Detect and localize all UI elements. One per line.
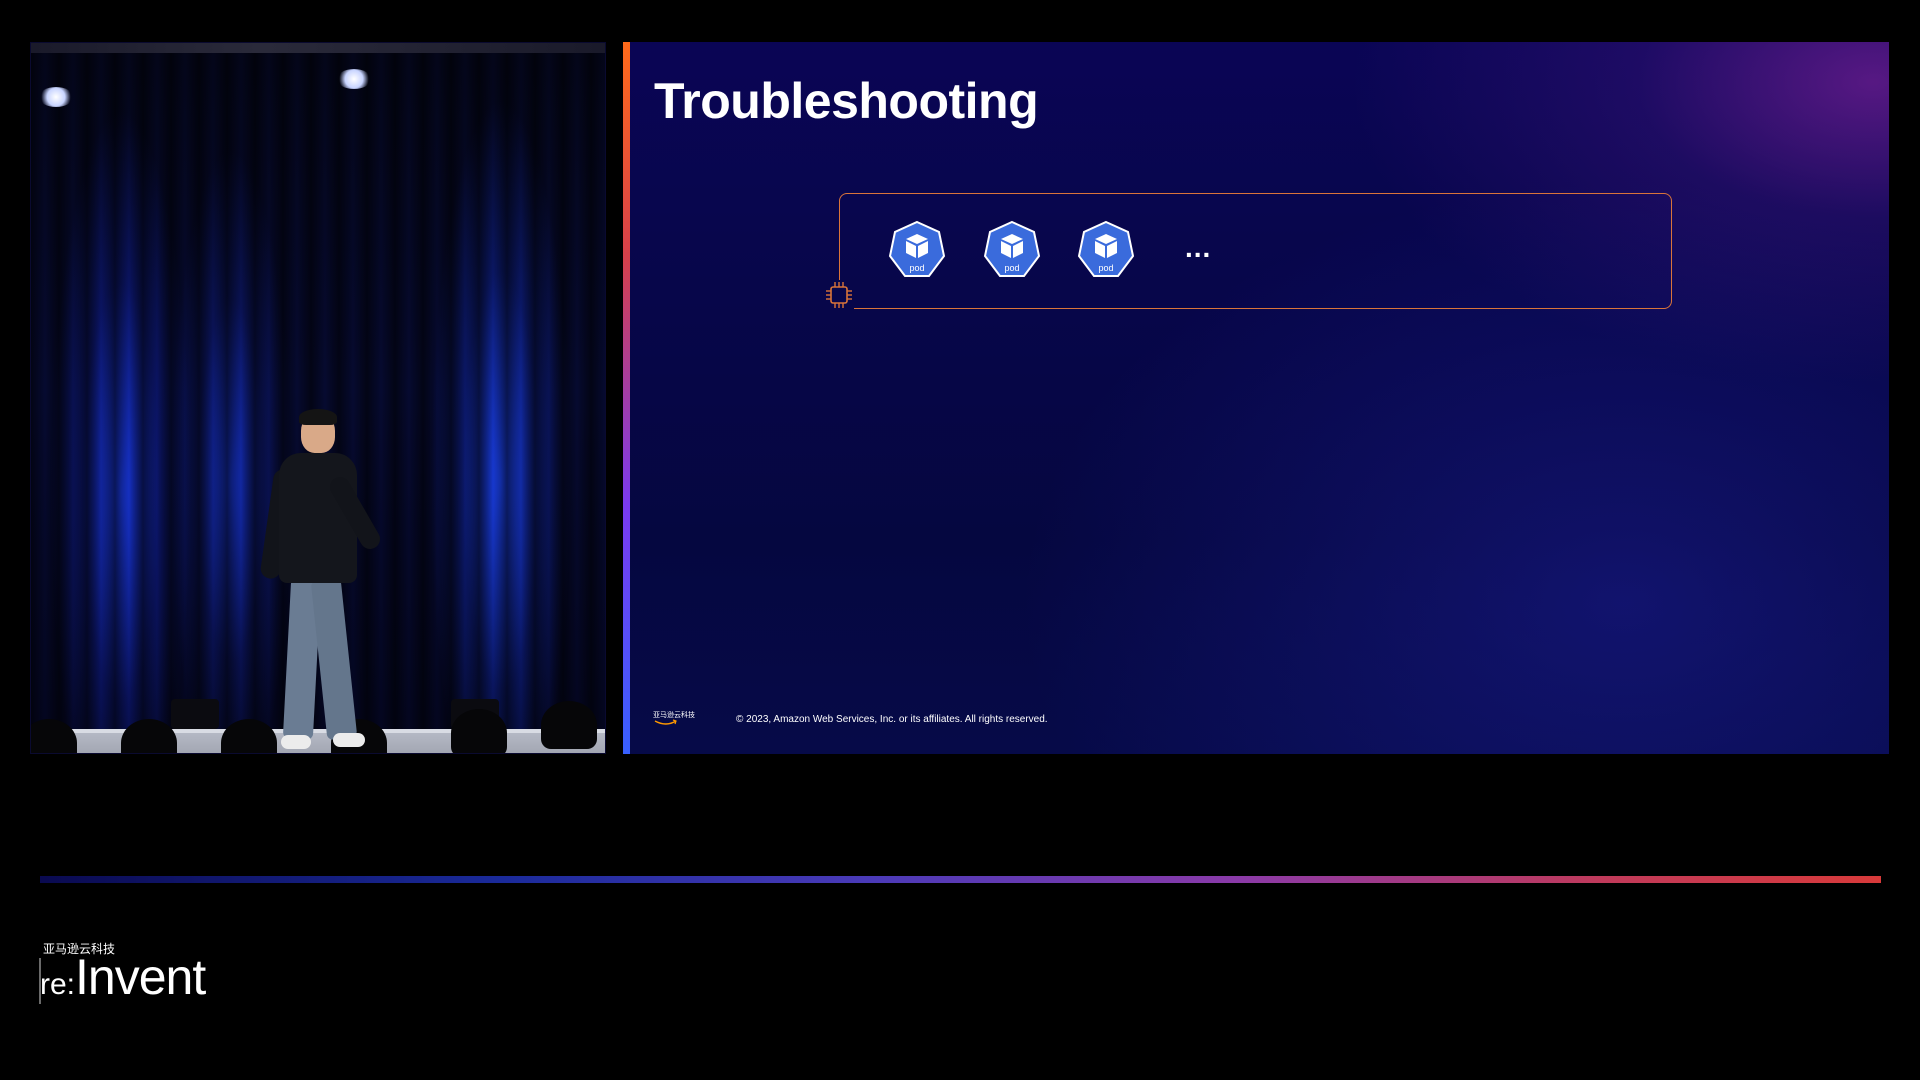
pod-label: pod	[1004, 263, 1020, 273]
lighting-truss	[31, 43, 605, 53]
stage-spotlight-right	[337, 69, 371, 89]
aws-smile-icon	[654, 719, 677, 725]
video-frame: Troubleshooting pod pod pod ... 亚马逊云科技 ©…	[0, 0, 1920, 1080]
presentation-slide: Troubleshooting pod pod pod ... 亚马逊云科技 ©…	[623, 42, 1889, 754]
audience-head	[451, 709, 507, 753]
slide-title: Troubleshooting	[654, 73, 1039, 129]
reinvent-logo-invent: Invent	[75, 949, 206, 1005]
pod-label: pod	[1098, 263, 1114, 273]
aws-logo: 亚马逊云科技	[653, 710, 697, 730]
pod-item: pod	[886, 220, 948, 282]
stage-spotlight-left	[39, 87, 73, 107]
slide-accent-bar	[623, 42, 630, 754]
slide-copyright: © 2023, Amazon Web Services, Inc. or its…	[736, 714, 1048, 725]
brand-gradient-line	[40, 876, 1881, 883]
audience-head	[541, 701, 597, 749]
presenter-shoe	[281, 735, 311, 749]
pod-label: pod	[909, 263, 925, 273]
ec2-chip-icon	[824, 280, 854, 310]
speaker-camera-feed	[30, 42, 606, 754]
stage-monitor-left	[171, 699, 219, 729]
reinvent-logo: re:Invent	[40, 948, 206, 1006]
pod-item: pod	[1075, 220, 1137, 282]
presenter	[259, 409, 391, 753]
more-pods-ellipsis: ...	[1185, 232, 1212, 263]
pod-item: pod	[981, 220, 1043, 282]
presenter-torso	[279, 453, 357, 583]
node-container	[839, 193, 1672, 309]
presenter-hair	[299, 409, 337, 425]
reinvent-logo-re: re:	[40, 968, 76, 1001]
presenter-leg	[310, 577, 358, 741]
presenter-shoe	[333, 733, 365, 747]
